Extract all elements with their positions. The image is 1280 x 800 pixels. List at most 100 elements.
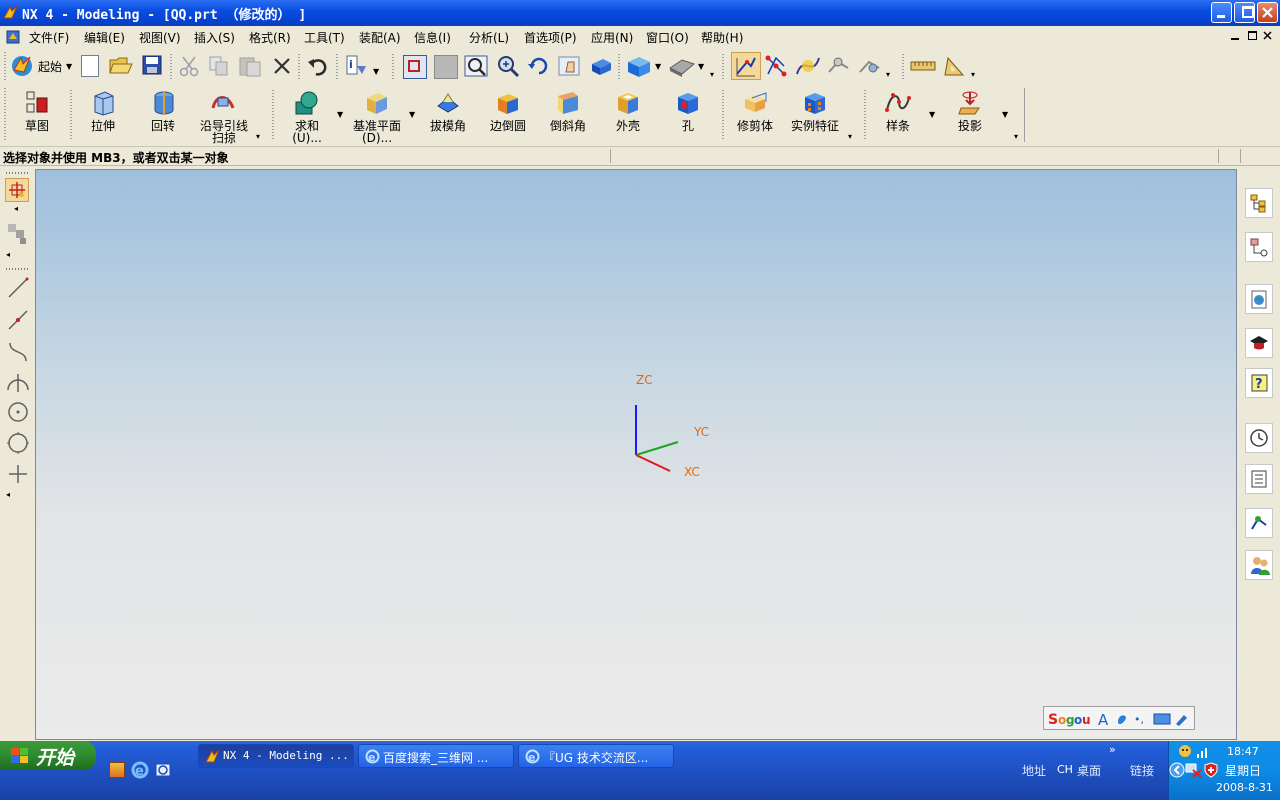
chevron-down-icon[interactable]: ▼ <box>66 62 72 71</box>
clock-weekday[interactable]: 星期日 <box>1225 762 1261 779</box>
clock-date[interactable]: 2008-8-31 <box>1216 781 1273 794</box>
restore-button[interactable] <box>1234 2 1255 23</box>
help-tab[interactable]: ? <box>1245 368 1273 398</box>
document-icon[interactable] <box>5 29 21 45</box>
chevron-down-icon[interactable]: ▼ <box>1002 110 1008 119</box>
project-curve-button[interactable]: 投影 <box>946 88 994 140</box>
process-studio-tab[interactable] <box>1245 508 1273 538</box>
information-icon[interactable]: i <box>344 54 370 78</box>
chevron-down-icon[interactable]: ▼ <box>698 62 704 71</box>
line-point-icon[interactable] <box>6 308 30 332</box>
menu-tools[interactable]: 工具(T) <box>304 29 345 46</box>
network-disconnected-icon[interactable] <box>1185 762 1203 778</box>
sweep-along-guide-button[interactable]: 沿导引线 扫掠 <box>194 88 254 145</box>
sketch-button[interactable]: 草图 <box>12 88 62 140</box>
training-tab[interactable] <box>1245 328 1273 358</box>
arc-icon[interactable] <box>6 340 30 364</box>
draft-button[interactable]: 拔模角 <box>424 88 472 140</box>
hole-button[interactable]: 孔 <box>664 88 712 140</box>
menu-view[interactable]: 视图(V) <box>139 29 181 46</box>
minimize-button[interactable] <box>1211 2 1232 23</box>
snap-point-icon[interactable] <box>764 54 788 78</box>
snap-curve-icon[interactable] <box>795 54 821 78</box>
clock-time[interactable]: 18:47 <box>1227 745 1259 758</box>
toolbar-options-icon[interactable]: ▾ <box>971 70 975 79</box>
toolbar-options-icon[interactable]: ▾ <box>1014 132 1018 141</box>
toolbar-options-icon[interactable]: ▾ <box>710 70 714 79</box>
chevron-down-icon[interactable]: ◂ <box>6 490 10 499</box>
sogou-ime-bar[interactable]: S o g o u A •, <box>1043 706 1195 730</box>
edge-blend-button[interactable]: 边倒圆 <box>484 88 532 140</box>
links-toolbar-label[interactable]: 链接 <box>1130 762 1154 779</box>
start-menu-label[interactable]: 起始 <box>38 58 62 75</box>
menu-insert[interactable]: 插入(S) <box>194 29 235 46</box>
menu-info[interactable]: 信息(I) <box>414 29 451 46</box>
fit-view-icon[interactable] <box>403 55 427 79</box>
paste-icon[interactable] <box>238 55 262 77</box>
menu-window[interactable]: 窗口(O) <box>646 29 689 46</box>
desktop-toolbar-label[interactable]: 桌面 <box>1077 762 1101 779</box>
toolbar-options-icon[interactable]: ▾ <box>848 132 852 141</box>
address-toolbar-label[interactable]: 地址 <box>1022 762 1046 779</box>
chevron-left-icon[interactable] <box>1169 762 1185 778</box>
circle-center-icon[interactable] <box>6 400 30 424</box>
history-tab[interactable] <box>1245 423 1273 453</box>
selection-mode-button[interactable] <box>731 52 761 80</box>
menu-edit[interactable]: 编辑(E) <box>84 29 125 46</box>
menu-file[interactable]: 文件(F) <box>29 29 69 46</box>
rotate-icon[interactable] <box>527 54 551 78</box>
close-button[interactable] <box>1257 2 1278 23</box>
chevron-down-icon[interactable]: ◂ <box>14 204 18 213</box>
measure-angle-icon[interactable] <box>942 54 968 78</box>
start-icon[interactable] <box>10 54 34 78</box>
extrude-button[interactable]: 拉伸 <box>80 88 126 140</box>
delete-icon[interactable] <box>272 56 292 76</box>
menu-help[interactable]: 帮助(H) <box>701 29 743 46</box>
menu-assembly[interactable]: 装配(A) <box>359 29 401 46</box>
internet-explorer-icon[interactable]: e <box>131 761 149 779</box>
signal-strength-icon[interactable] <box>1195 745 1211 759</box>
undo-icon[interactable] <box>306 56 330 76</box>
tangent-arc-icon[interactable] <box>6 370 30 394</box>
revolve-button[interactable]: 回转 <box>140 88 186 140</box>
messenger-icon[interactable] <box>1177 744 1193 760</box>
chevron-down-icon[interactable]: ▼ <box>929 110 935 119</box>
new-file-icon[interactable] <box>81 55 99 77</box>
menu-format[interactable]: 格式(R) <box>249 29 291 46</box>
zoom-icon[interactable] <box>496 54 520 78</box>
shell-button[interactable]: 外壳 <box>604 88 652 140</box>
graphics-window[interactable]: ZC YC XC <box>35 169 1237 740</box>
chamfer-button[interactable]: 倒斜角 <box>544 88 592 140</box>
doc-close-button[interactable] <box>1263 31 1272 40</box>
toolbar-options-icon[interactable]: ▾ <box>886 70 890 79</box>
assembly-tool-icon[interactable] <box>6 220 30 246</box>
selection-tool-button[interactable] <box>5 178 29 202</box>
shaded-view-icon[interactable] <box>589 56 613 76</box>
snap-options-icon[interactable] <box>857 54 883 78</box>
spline-button[interactable]: 样条 <box>874 88 922 140</box>
filter-icon[interactable] <box>826 54 852 78</box>
zoom-box-icon[interactable] <box>464 55 488 77</box>
view-orientation-icon[interactable] <box>626 54 652 78</box>
point-icon[interactable] <box>6 462 30 486</box>
menu-preferences[interactable]: 首选项(P) <box>524 29 577 46</box>
doc-minimize-button[interactable] <box>1230 29 1240 41</box>
assembly-navigator-tab[interactable] <box>1245 188 1273 218</box>
line-icon[interactable] <box>6 276 30 300</box>
start-button[interactable]: 开始 <box>0 741 96 770</box>
save-icon[interactable] <box>142 55 162 75</box>
language-indicator[interactable]: CH <box>1057 763 1073 776</box>
task-nx-modeling[interactable]: NX 4 - Modeling ... <box>198 744 354 768</box>
taskbar-chevron[interactable]: » <box>1109 743 1116 756</box>
instance-feature-button[interactable]: 实例特征 <box>786 88 844 140</box>
doc-restore-button[interactable] <box>1246 29 1258 41</box>
unite-button[interactable]: 求和 (U)... <box>284 88 330 145</box>
security-shield-icon[interactable] <box>1203 762 1219 778</box>
menu-analysis[interactable]: 分析(L) <box>469 29 509 46</box>
task-ug-forum[interactable]: e 『UG 技术交流区... <box>518 744 674 768</box>
part-navigator-tab[interactable] <box>1245 232 1273 262</box>
copy-icon[interactable] <box>208 55 230 77</box>
menu-application[interactable]: 应用(N) <box>591 29 633 46</box>
datum-plane-button[interactable]: 基准平面 (D)... <box>348 88 406 145</box>
outlook-express-icon[interactable] <box>154 761 172 779</box>
